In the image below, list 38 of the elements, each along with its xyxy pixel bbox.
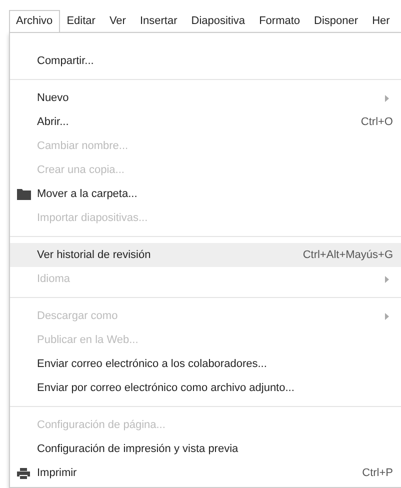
menu-item-label: Nuevo — [37, 92, 70, 104]
menu-item[interactable]: Compartir... — [10, 49, 401, 73]
menu-item-label: Ver historial de revisión — [37, 249, 152, 261]
menu-bar-item[interactable]: Editar — [60, 10, 102, 32]
menu-bar-item[interactable]: Her — [365, 10, 397, 32]
menu-item[interactable]: Mover a la carpeta... — [10, 182, 401, 206]
menu-item[interactable]: Enviar por correo electrónico como archivo adjunto... — [10, 376, 401, 400]
menu-item-label: Compartir... — [37, 55, 95, 67]
menu-item-label: Importar diapositivas... — [37, 212, 149, 224]
menu-bar-item[interactable]: Diapositiva — [184, 10, 252, 32]
menu-item-label: Imprimir — [37, 467, 78, 479]
menu-bar-item[interactable]: Insertar — [132, 10, 184, 32]
menu-item-label: Descargar como — [37, 310, 119, 322]
menu-item[interactable]: Imprimir Ctrl+P — [10, 461, 401, 485]
shortcut-text: Ctrl+O — [360, 116, 393, 128]
menu-item[interactable]: Nuevo — [10, 86, 401, 110]
menu-item-label: Configuración de impresión y vista previa — [37, 443, 240, 455]
menu-item-label: Mover a la carpeta... — [37, 188, 138, 200]
folder-icon — [16, 188, 30, 200]
menu-item[interactable]: Configuración de impresión y vista previa — [10, 437, 401, 461]
menu-bar-item[interactable]: Ver — [102, 10, 133, 32]
menu-item-label: Configuración de página... — [37, 419, 166, 431]
menu-item-label: Publicar en la Web... — [37, 334, 140, 346]
menu-item-label: Enviar por correo electrónico como archivo adjunto... — [37, 382, 296, 394]
menu-item-label: Abrir... — [37, 116, 70, 128]
menu-bar-item[interactable]: Formato — [252, 10, 308, 32]
menu-item[interactable]: Abrir... Ctrl+O — [10, 110, 401, 134]
shortcut-text: Ctrl+P — [362, 467, 393, 479]
menu-bar-item[interactable]: Archivo — [9, 10, 60, 32]
shortcut-text: Ctrl+Alt+Mayús+G — [302, 249, 393, 261]
menu-item-label: Enviar correo electrónico a los colaboradores... — [37, 358, 268, 370]
menu-item-label: Cambiar nombre... — [37, 140, 130, 152]
printer-icon — [17, 468, 30, 478]
menu-item[interactable]: Enviar correo electrónico a los colaboradores... — [10, 352, 401, 376]
menu-item-label: Crear una copia... — [37, 164, 126, 176]
menu-item-label: Idioma — [37, 273, 72, 285]
menu-bar-item[interactable]: Disponer — [307, 10, 366, 32]
menu-item[interactable]: Ver historial de revisión Ctrl+Alt+Mayús+G — [10, 243, 401, 267]
